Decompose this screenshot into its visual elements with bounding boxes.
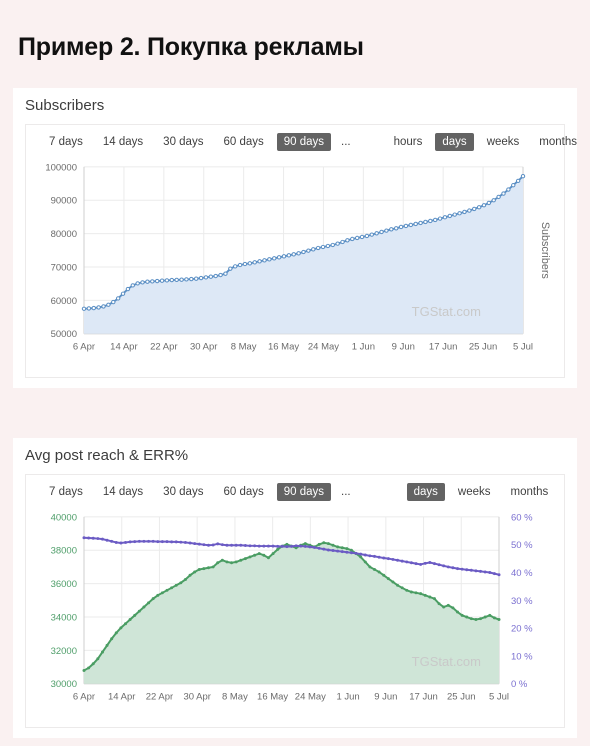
reach-chart-svg: 30000 32000 34000 36000 38000 40000 0 % 10 % 20 …	[51, 511, 534, 702]
panel-reach: Avg post reach & ERR% 7 days 14 days 30 …	[13, 438, 577, 738]
range-button-7-days[interactable]: 7 days	[42, 483, 90, 501]
granularity-button-weeks[interactable]: weeks	[480, 133, 527, 151]
range-more-button[interactable]: ...	[337, 133, 355, 151]
toolbar-reach: 7 days 14 days 30 days 60 days 90 days .…	[26, 475, 564, 509]
panel-title-reach: Avg post reach & ERR%	[25, 447, 189, 464]
svg-text:9 Jun: 9 Jun	[374, 691, 397, 702]
granularity-button-months[interactable]: months	[504, 483, 556, 501]
granularity-button-hours[interactable]: hours	[387, 133, 430, 151]
svg-text:20 %: 20 %	[511, 623, 533, 634]
range-button-60-days[interactable]: 60 days	[216, 483, 270, 501]
svg-text:16 May: 16 May	[268, 341, 299, 352]
svg-text:30 Apr: 30 Apr	[183, 691, 210, 702]
svg-text:24 May: 24 May	[308, 341, 339, 352]
svg-text:9 Jun: 9 Jun	[392, 341, 415, 352]
chart-frame-reach: 7 days 14 days 30 days 60 days 90 days .…	[25, 474, 565, 728]
subscribers-chart-svg: 50000 60000 70000 80000 90000 100000 6 Apr 14 A…	[45, 161, 551, 352]
svg-text:40000: 40000	[51, 511, 77, 522]
svg-text:30000: 30000	[51, 678, 77, 689]
svg-text:30 %: 30 %	[511, 595, 533, 606]
svg-text:TGStat.com: TGStat.com	[412, 654, 481, 669]
svg-text:60000: 60000	[51, 295, 77, 306]
svg-text:22 Apr: 22 Apr	[146, 691, 173, 702]
svg-text:1 Jun: 1 Jun	[336, 691, 359, 702]
range-button-90-days[interactable]: 90 days	[276, 133, 332, 151]
svg-text:5 Jul: 5 Jul	[513, 341, 533, 352]
svg-text:32000: 32000	[51, 645, 77, 656]
toolbar-subscribers: 7 days 14 days 30 days 60 days 90 days .…	[26, 125, 577, 159]
svg-text:6 Apr: 6 Apr	[73, 691, 95, 702]
svg-text:Subscribers: Subscribers	[539, 222, 551, 280]
svg-text:1 Jun: 1 Jun	[352, 341, 375, 352]
range-button-14-days[interactable]: 14 days	[96, 133, 150, 151]
svg-text:50 %: 50 %	[511, 539, 533, 550]
range-button-30-days[interactable]: 30 days	[156, 483, 210, 501]
svg-text:5 Jul: 5 Jul	[489, 691, 509, 702]
svg-text:22 Apr: 22 Apr	[150, 341, 177, 352]
svg-text:70000: 70000	[51, 262, 77, 273]
svg-text:TGStat.com: TGStat.com	[412, 304, 481, 319]
svg-text:60 %: 60 %	[511, 511, 533, 522]
range-button-90-days[interactable]: 90 days	[276, 483, 332, 501]
svg-text:17 Jun: 17 Jun	[429, 341, 458, 352]
svg-text:36000: 36000	[51, 578, 77, 589]
chart-frame-subscribers: 7 days 14 days 30 days 60 days 90 days .…	[25, 124, 577, 378]
plot-area-subscribers: 50000 60000 70000 80000 90000 100000 6 Apr 14 A…	[26, 159, 564, 377]
svg-text:25 Jun: 25 Jun	[447, 691, 476, 702]
range-button-30-days[interactable]: 30 days	[156, 133, 210, 151]
svg-text:30 Apr: 30 Apr	[190, 341, 217, 352]
svg-text:100000: 100000	[45, 161, 77, 172]
granularity-button-days[interactable]: days	[406, 483, 445, 501]
granularity-button-months[interactable]: months	[532, 133, 584, 151]
plot-area-reach: 30000 32000 34000 36000 38000 40000 0 % 10 % 20 …	[26, 509, 564, 727]
svg-text:8 May: 8 May	[222, 691, 248, 702]
range-button-7-days[interactable]: 7 days	[42, 133, 90, 151]
svg-text:50000: 50000	[51, 328, 77, 339]
panel-title-subscribers: Subscribers	[25, 97, 105, 114]
svg-text:90000: 90000	[51, 195, 77, 206]
svg-text:8 May: 8 May	[231, 341, 257, 352]
svg-text:10 %: 10 %	[511, 650, 533, 661]
range-button-14-days[interactable]: 14 days	[96, 483, 150, 501]
range-button-60-days[interactable]: 60 days	[216, 133, 270, 151]
page-title: Пример 2. Покупка рекламы	[18, 32, 364, 61]
svg-text:80000: 80000	[51, 228, 77, 239]
granularity-button-weeks[interactable]: weeks	[451, 483, 498, 501]
granularity-button-days[interactable]: days	[435, 133, 474, 151]
svg-text:14 Apr: 14 Apr	[110, 341, 137, 352]
svg-text:24 May: 24 May	[295, 691, 326, 702]
svg-text:14 Apr: 14 Apr	[108, 691, 135, 702]
svg-text:0 %: 0 %	[511, 678, 528, 689]
svg-text:16 May: 16 May	[257, 691, 288, 702]
svg-text:6 Apr: 6 Apr	[73, 341, 95, 352]
svg-text:17 Jun: 17 Jun	[409, 691, 438, 702]
svg-text:25 Jun: 25 Jun	[469, 341, 498, 352]
svg-text:38000: 38000	[51, 545, 77, 556]
svg-text:34000: 34000	[51, 612, 77, 623]
panel-subscribers: Subscribers 7 days 14 days 30 days 60 da…	[13, 88, 577, 388]
svg-text:40 %: 40 %	[511, 567, 533, 578]
range-more-button[interactable]: ...	[337, 483, 355, 501]
